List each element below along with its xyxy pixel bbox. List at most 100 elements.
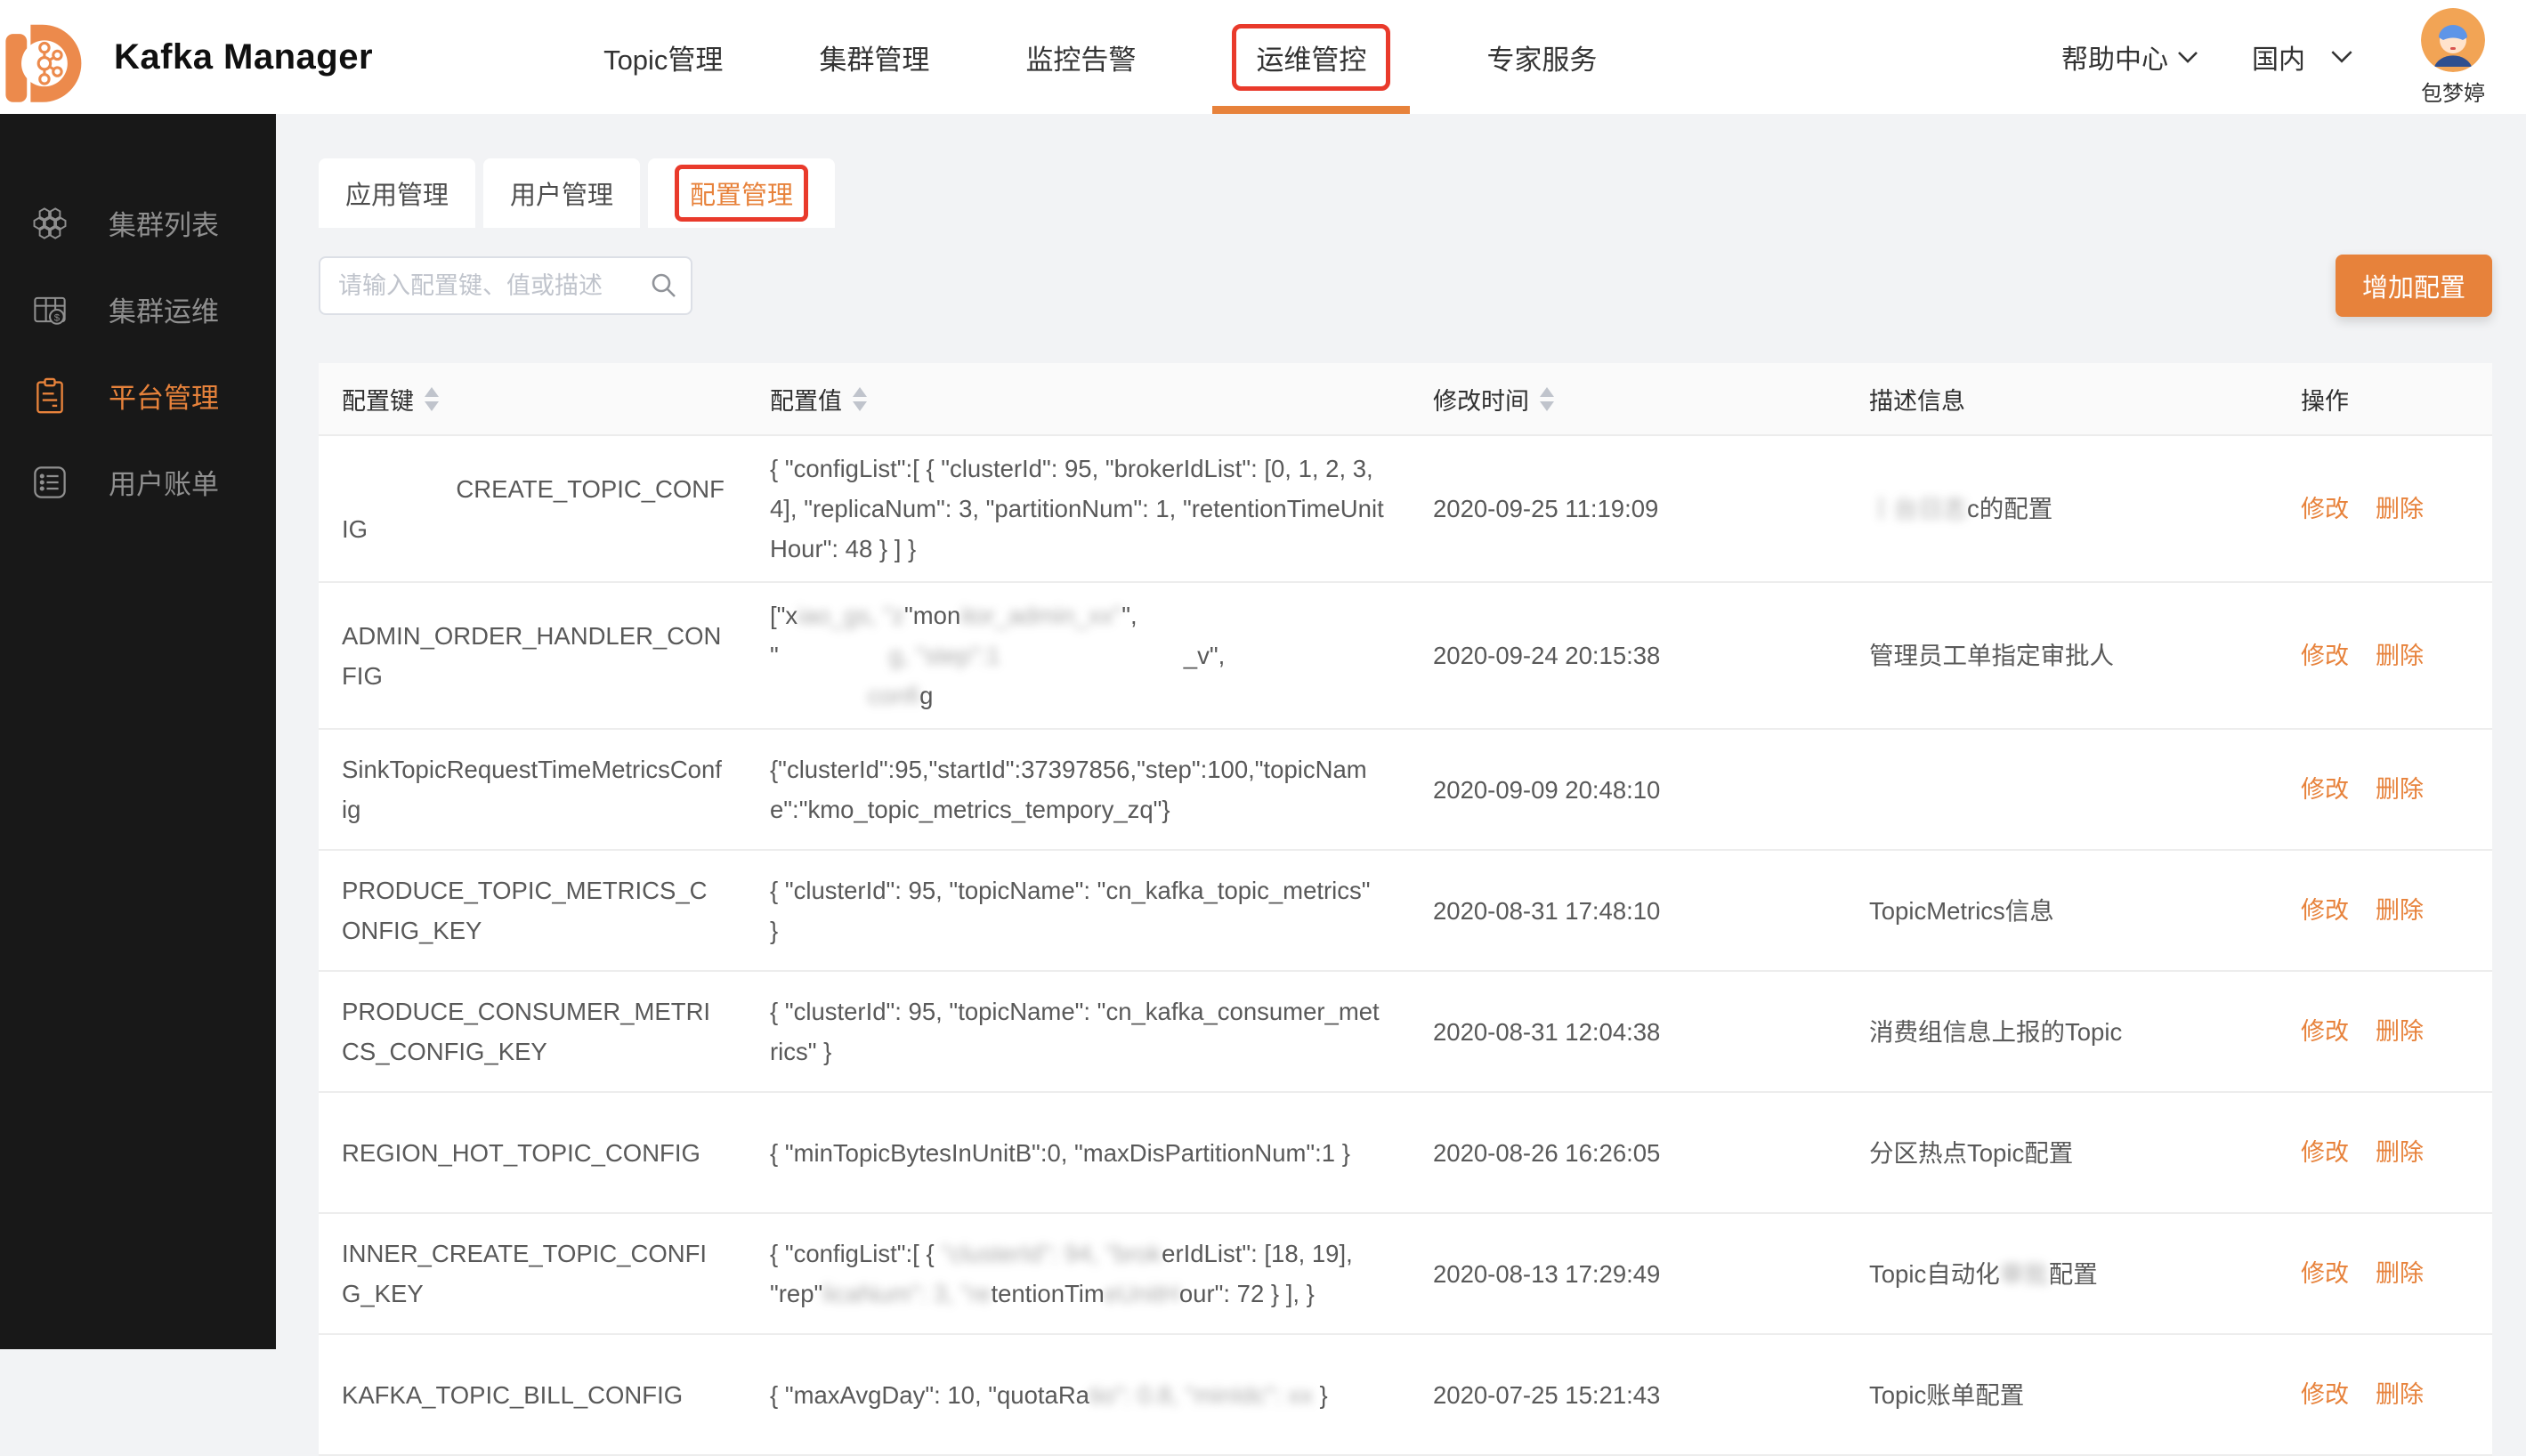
sort-arrows[interactable] xyxy=(425,386,439,411)
edit-link[interactable]: 修改 xyxy=(2301,1260,2349,1287)
config-value-cell: { "maxAvgDay": 10, "quotaRatio": 0.8, "m… xyxy=(752,1375,1411,1415)
description-cell: 管理员工单指定审批人 xyxy=(1851,635,2279,675)
edit-link[interactable]: 修改 xyxy=(2301,1381,2349,1408)
modify-time-cell: 2020-08-31 17:48:10 xyxy=(1433,896,1661,925)
config-key-cell: PRODUCE_CONSUMER_METRICS_CONFIG_KEY xyxy=(319,991,752,1072)
sidebar: 集群列表 $ 集群运维 平台管理 用户账单 xyxy=(0,114,276,1349)
config-key-cell: REGION_HOT_TOPIC_CONFIG xyxy=(319,1133,752,1173)
redacted-text: g, "step":1 xyxy=(888,642,1000,669)
column-label: 配置值 xyxy=(770,387,842,415)
column-header-描述信息: 描述信息 xyxy=(1851,382,2279,417)
top-nav: Topic管理 集群管理 监控告警 运维管控 专家服务 xyxy=(555,0,1645,114)
actions-cell: 修改 删除 xyxy=(2279,1132,2492,1173)
help-center-menu[interactable]: 帮助中心 xyxy=(2061,37,2198,77)
user-menu[interactable]: 包梦婷 xyxy=(2421,7,2485,107)
cell-text: tentionTim xyxy=(991,1280,1105,1307)
sidebar-item-集群列表[interactable]: 集群列表 xyxy=(0,180,276,266)
description-cell: 丨台日志c的配置 xyxy=(1851,489,2279,529)
cell-text: } xyxy=(1312,1380,1328,1409)
delete-link[interactable]: 删除 xyxy=(2376,1260,2424,1287)
table-body: XXXXXXXCREATE_TOPIC_CONFIG{ "configList"… xyxy=(319,436,2492,1456)
add-config-button[interactable]: 增加配置 xyxy=(2335,255,2492,317)
config-key-cell: ADMIN_ORDER_HANDLER_CONFIG xyxy=(319,616,752,696)
kafka-manager-logo[interactable] xyxy=(2,6,91,108)
tab-应用管理[interactable]: 应用管理 xyxy=(319,158,476,228)
delete-link[interactable]: 删除 xyxy=(2376,1139,2424,1166)
config-value-cell: { "clusterId": 95, "topicName": "cn_kafk… xyxy=(752,870,1411,950)
annotation-box: 配置管理 xyxy=(675,165,809,222)
tab-配置管理[interactable]: 配置管理 xyxy=(648,158,836,228)
delete-link[interactable]: 删除 xyxy=(2376,897,2424,924)
sidebar-item-集群运维[interactable]: $ 集群运维 xyxy=(0,266,276,352)
avatar[interactable] xyxy=(2421,7,2485,72)
delete-link[interactable]: 删除 xyxy=(2376,1018,2424,1045)
description-cell: 消费组信息上报的Topic xyxy=(1851,1012,2279,1052)
delete-link[interactable]: 删除 xyxy=(2376,1381,2424,1408)
user-name: 包梦婷 xyxy=(2421,81,2485,106)
description-cell: TopicMetrics信息 xyxy=(1851,891,2279,931)
sort-arrows[interactable] xyxy=(853,386,867,411)
sidebar-item-平台管理[interactable]: 平台管理 xyxy=(0,352,276,439)
edit-link[interactable]: 修改 xyxy=(2301,776,2349,803)
redacted-text: itor_admin_xx" xyxy=(960,602,1122,629)
redacted-text: "clusterId": 94, "brok xyxy=(941,1240,1162,1267)
cluster-list-icon xyxy=(30,204,69,243)
cell-text: KAFKA_TOPIC_BILL_CONFIG xyxy=(342,1380,684,1409)
config-key-cell: PRODUCE_TOPIC_METRICS_CONFIG_KEY xyxy=(319,870,752,950)
tab-label: 用户管理 xyxy=(510,182,614,210)
column-label: 修改时间 xyxy=(1433,387,1529,415)
tab-用户管理[interactable]: 用户管理 xyxy=(483,158,641,228)
search-icon[interactable] xyxy=(650,271,678,300)
edit-link[interactable]: 修改 xyxy=(2301,1018,2349,1045)
app-title: Kafka Manager xyxy=(114,36,374,77)
edit-link[interactable]: 修改 xyxy=(2301,1139,2349,1166)
table-row: KAFKA_TOPIC_BILL_CONFIG { "maxAvgDay": 10… xyxy=(319,1335,2492,1456)
cell-text: "rep" xyxy=(770,1280,823,1307)
description-cell: 分区热点Topic配置 xyxy=(1851,1133,2279,1173)
actions-cell: 修改 删除 xyxy=(2279,1374,2492,1415)
delete-link[interactable]: 删除 xyxy=(2376,496,2424,522)
sort-arrows[interactable] xyxy=(1540,386,1554,411)
delete-link[interactable]: 删除 xyxy=(2376,643,2424,669)
config-value-cell: {"clusterId":95,"startId":37397856,"step… xyxy=(752,749,1411,829)
edit-link[interactable]: 修改 xyxy=(2301,496,2349,522)
table-row: REGION_HOT_TOPIC_CONFIG { "minTopicBytesI… xyxy=(319,1093,2492,1214)
modify-time-cell: 2020-09-24 20:15:38 xyxy=(1433,642,1661,669)
cell-text: _v", xyxy=(1183,642,1226,669)
page-body: 集群列表$集群运维平台管理用户账单 应用管理 用户管理 配置管理 增加配置 配置键 配… xyxy=(0,114,2526,1456)
nav-item-集群管理[interactable]: 集群管理 xyxy=(771,0,977,114)
nav-item-Topic管理[interactable]: Topic管理 xyxy=(555,0,771,114)
column-label: 配置键 xyxy=(342,387,414,415)
actions-cell: 修改 删除 xyxy=(2279,1011,2492,1052)
delete-link[interactable]: 删除 xyxy=(2376,776,2424,803)
chevron-down-icon xyxy=(2331,51,2352,63)
cell-text: 分区热点Topic配置 xyxy=(1869,1138,2074,1167)
nav-item-运维管控[interactable]: 运维管控 xyxy=(1184,0,1438,114)
config-key-cell: XXXXXXXCREATE_TOPIC_CONFIG xyxy=(319,469,752,549)
svg-text:$: $ xyxy=(54,312,61,323)
config-key-cell: SinkTopicRequestTimeMetricsConfig xyxy=(319,749,752,829)
page-root: { "colors": { "accent": "#E7823B", "anno… xyxy=(0,0,2526,1456)
cell-text: Topic账单配置 xyxy=(1869,1380,2025,1409)
config-value-cell: ["xiao_gs, "z"monitor_admin_xx"","xxxxxx… xyxy=(752,595,1411,716)
edit-link[interactable]: 修改 xyxy=(2301,897,2349,924)
cell-text: g xyxy=(919,682,934,709)
region-label: 国内 xyxy=(2252,45,2305,75)
region-menu[interactable]: 国内 xyxy=(2252,37,2353,77)
modify-time-cell: 2020-07-25 15:21:43 xyxy=(1433,1380,1661,1409)
edit-link[interactable]: 修改 xyxy=(2301,643,2349,669)
search-input[interactable] xyxy=(319,256,692,315)
sidebar-item-用户账单[interactable]: 用户账单 xyxy=(0,439,276,525)
redacted-text: licaNum": 3, "re xyxy=(822,1280,992,1307)
table-row: XXXXXXXCREATE_TOPIC_CONFIG{ "configList"… xyxy=(319,436,2492,583)
nav-item-监控告警[interactable]: 监控告警 xyxy=(977,0,1184,114)
modify-time-cell: 2020-09-09 20:48:10 xyxy=(1433,775,1661,804)
column-header-配置键: 配置键 xyxy=(319,382,752,417)
nav-item-专家服务[interactable]: 专家服务 xyxy=(1438,0,1645,114)
nav-item-label: 监控告警 xyxy=(1025,44,1137,76)
platform-manage-icon xyxy=(30,376,69,416)
user-bill-icon xyxy=(30,463,69,502)
cell-text: { "clusterId": 95, "topicName": "cn_kafk… xyxy=(770,998,1380,1065)
actions-cell: 修改 删除 xyxy=(2279,489,2492,530)
description-cell: Topic账单配置 xyxy=(1851,1375,2279,1415)
